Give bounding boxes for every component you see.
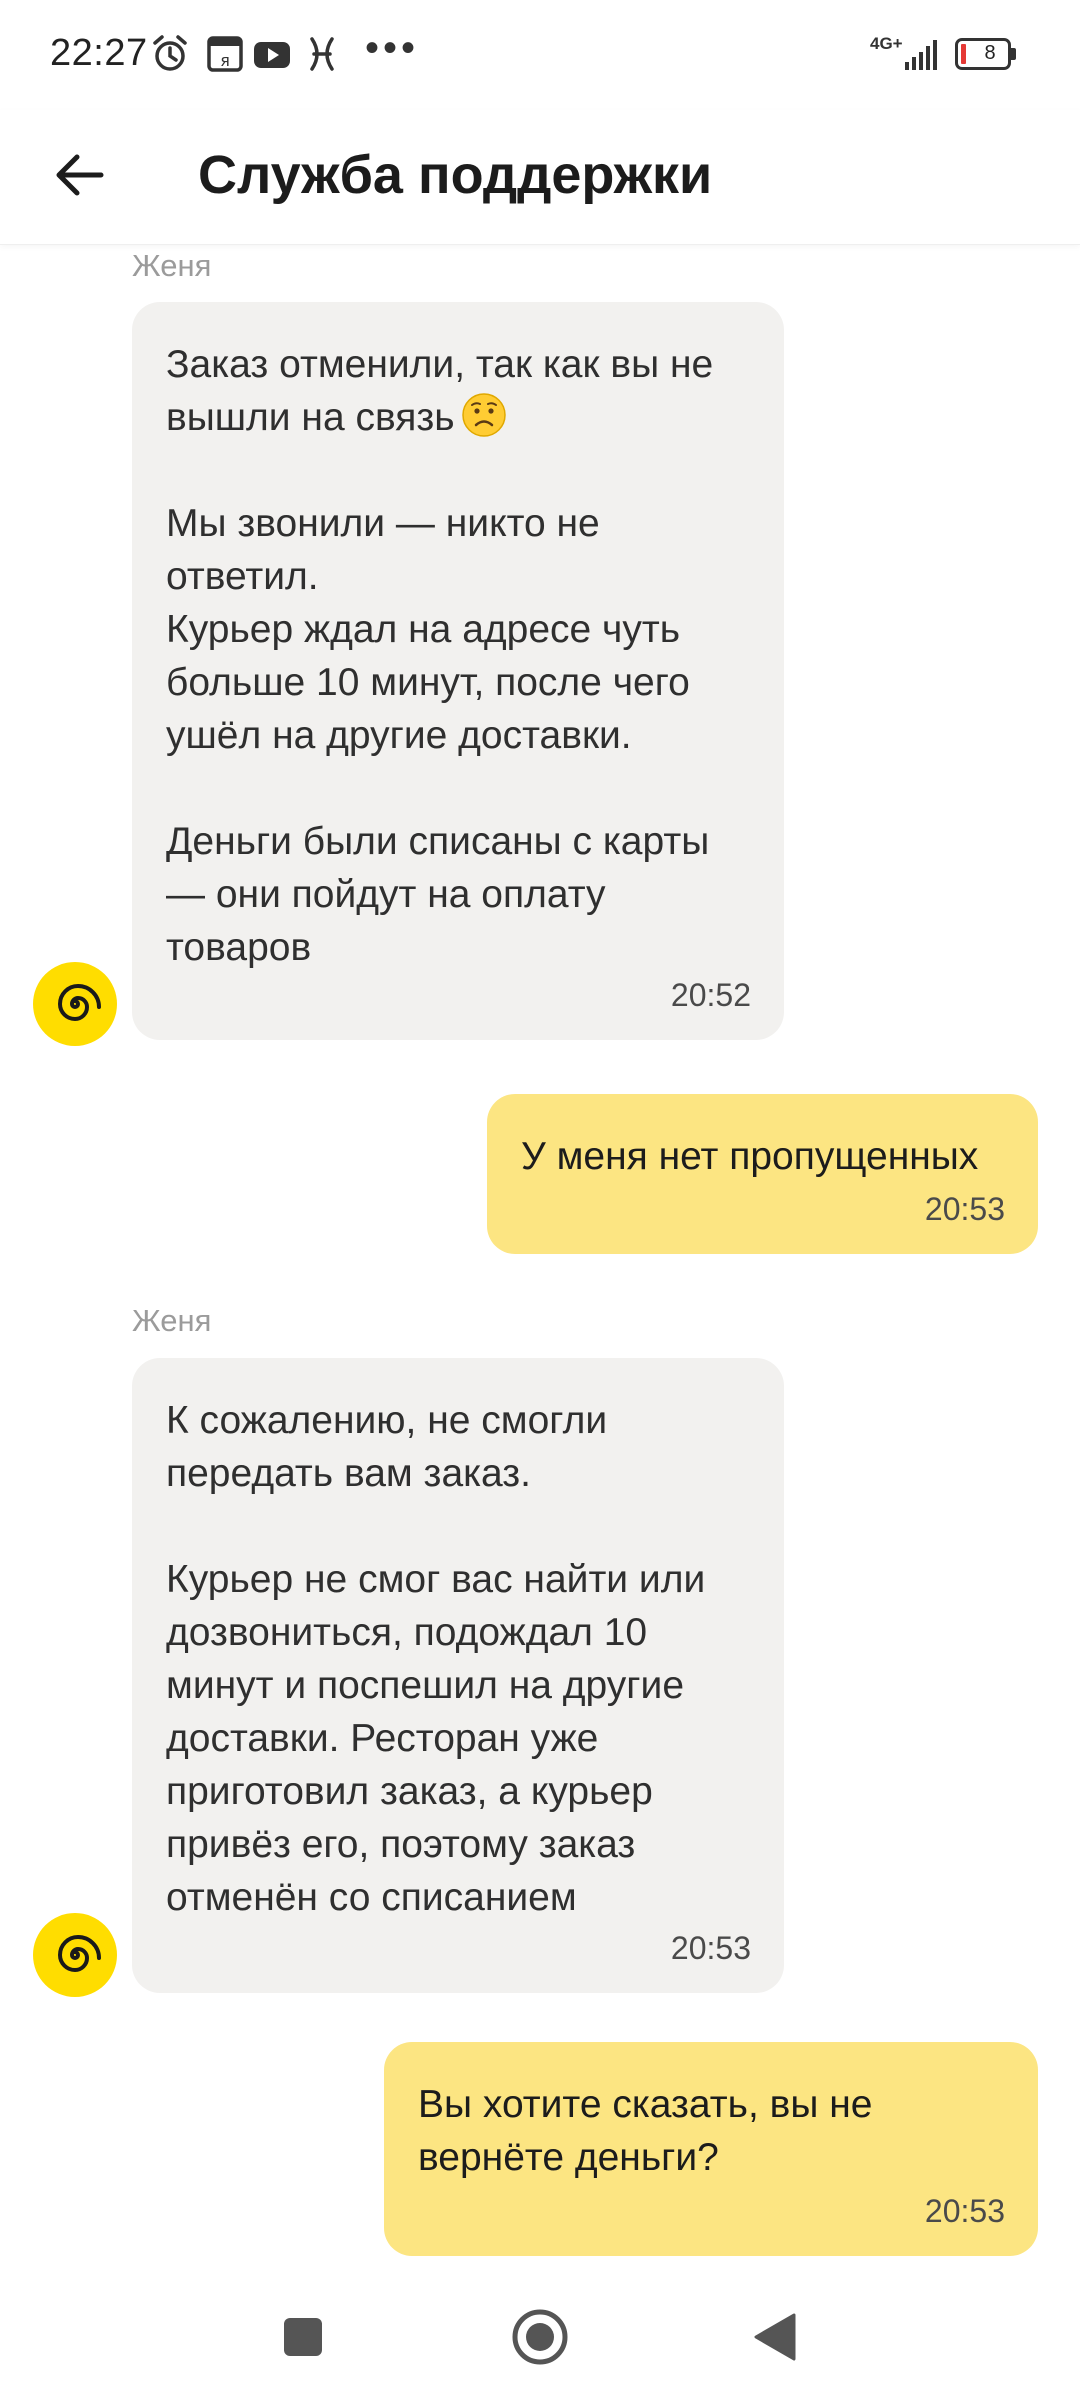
youtube-icon — [254, 42, 290, 68]
message-bubble-incoming[interactable]: К сожалению, не смогли передать вам зака… — [132, 1358, 784, 1993]
yandex-app-icon: я — [207, 36, 243, 72]
battery-icon: 8 — [955, 38, 1017, 70]
status-time: 22:27 — [50, 32, 148, 74]
back-nav-button[interactable] — [740, 2302, 810, 2372]
support-avatar — [33, 962, 117, 1046]
more-dots-icon: ••• — [365, 26, 420, 70]
worried-face-emoji — [461, 393, 506, 437]
recent-apps-icon — [284, 2318, 322, 2356]
message-time: 20:53 — [924, 2193, 1005, 2229]
chat-screen: 22:27 я ••• 4G+ 8 Служба поддержки Женя … — [0, 0, 1080, 2400]
message-text: Заказ отменили, так как вы не вышли на с… — [166, 338, 750, 974]
message-bubble-outgoing[interactable]: У меня нет пропущенных 20:53 — [487, 1094, 1038, 1254]
alarm-icon — [153, 35, 187, 71]
message-text: Вы хотите сказать, вы не вернёте деньги? — [418, 2083, 873, 2179]
message-time: 20:53 — [924, 1191, 1005, 1227]
signal-icon — [905, 40, 937, 70]
back-triangle-icon — [754, 2313, 796, 2361]
message-time: 20:52 — [670, 977, 751, 1013]
page-title: Служба поддержки — [198, 145, 713, 205]
home-icon — [512, 2309, 568, 2365]
status-bar: 22:27 я ••• 4G+ 8 — [0, 0, 1080, 110]
network-type: 4G+ — [870, 34, 903, 53]
home-button[interactable] — [505, 2302, 575, 2372]
recent-apps-button[interactable] — [268, 2302, 338, 2372]
svg-text:я: я — [220, 51, 230, 70]
app-header: Служба поддержки — [0, 110, 1080, 245]
support-avatar — [33, 1913, 117, 1997]
sender-name: Женя — [132, 248, 212, 283]
back-button[interactable] — [45, 140, 115, 210]
message-text-part: Заказ отменили, так как вы не вышли на с… — [166, 343, 714, 439]
message-text: У меня нет пропущенных — [521, 1135, 979, 1178]
message-time: 20:53 — [670, 1930, 751, 1966]
battery-level: 8 — [984, 42, 996, 64]
message-text-part: Мы звонили — никто не ответил. Курьер жд… — [166, 502, 710, 969]
system-nav-bar — [0, 2270, 1080, 2400]
sender-name: Женя — [132, 1303, 212, 1338]
spiral-logo-icon — [57, 983, 101, 1022]
app-notification-icon — [310, 37, 334, 71]
message-bubble-outgoing[interactable]: Вы хотите сказать, вы не вернёте деньги?… — [384, 2042, 1038, 2256]
spiral-logo-icon — [57, 1934, 101, 1973]
message-bubble-incoming[interactable]: Заказ отменили, так как вы не вышли на с… — [132, 302, 784, 1040]
message-text: К сожалению, не смогли передать вам зака… — [166, 1399, 706, 1919]
arrow-left-icon — [56, 154, 104, 196]
